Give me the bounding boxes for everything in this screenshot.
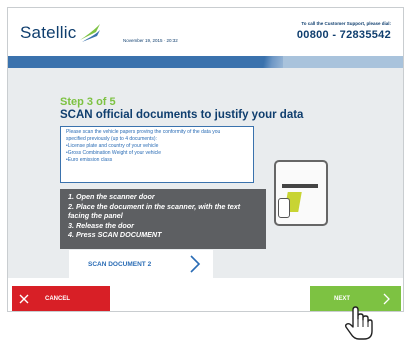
datetime: November 19, 2015 · 20:32	[123, 38, 178, 43]
info-box: Please scan the vehicle papers proving t…	[60, 126, 254, 183]
support-label: To call the Customer Support, please dia…	[301, 21, 391, 26]
instruction-step: 2. Place the document in the scanner, wi…	[68, 201, 241, 211]
step-indicator: Step 3 of 5	[60, 96, 116, 108]
scan-document-button[interactable]: SCAN DOCUMENT 2	[69, 250, 213, 278]
satellic-logo-icon	[80, 24, 101, 42]
cancel-label: CANCEL	[45, 296, 70, 302]
info-line: Please scan the vehicle papers proving t…	[66, 129, 221, 135]
scanner-slot	[282, 184, 318, 188]
chevron-right-icon	[383, 293, 390, 305]
close-icon	[19, 294, 29, 304]
next-label: NEXT	[334, 296, 351, 302]
scanner-illustration	[274, 160, 328, 226]
support-info: To call the Customer Support, please dia…	[297, 21, 391, 41]
stripe-gradient	[248, 56, 288, 68]
chevron-right-icon	[190, 255, 201, 273]
support-number: 00800 - 72835542	[296, 29, 391, 41]
info-line: specified previously (up to 4 documents)…	[66, 136, 157, 142]
hand-illustration	[278, 198, 290, 218]
instructions-panel: 1. Open the scanner door 2. Place the do…	[60, 189, 266, 249]
header-bar: Satellic November 19, 2015 · 20:32 To ca…	[8, 8, 403, 57]
page-title: SCAN official documents to justify your …	[60, 109, 304, 121]
logo-text: Satellic	[20, 23, 77, 42]
instruction-step: 1. Open the scanner door	[68, 192, 155, 201]
kiosk-screen: Satellic November 19, 2015 · 20:32 To ca…	[7, 7, 404, 312]
instruction-step: facing the panel	[68, 211, 123, 220]
info-line: •License plate and country of your vehic…	[66, 143, 159, 149]
scan-document-label: SCAN DOCUMENT 2	[88, 260, 152, 268]
cancel-button[interactable]: CANCEL	[12, 286, 110, 311]
header-stripe	[8, 56, 403, 68]
info-line: •Euro emission class	[66, 157, 113, 163]
info-line: •Gross Combination Weight of your vehicl…	[66, 150, 162, 156]
hand-pointer-icon	[344, 306, 373, 340]
stripe-light	[283, 56, 403, 68]
instruction-step: 4. Press SCAN DOCUMENT	[68, 230, 162, 239]
instruction-step: 3. Release the door	[68, 220, 134, 230]
logo: Satellic	[20, 22, 102, 44]
